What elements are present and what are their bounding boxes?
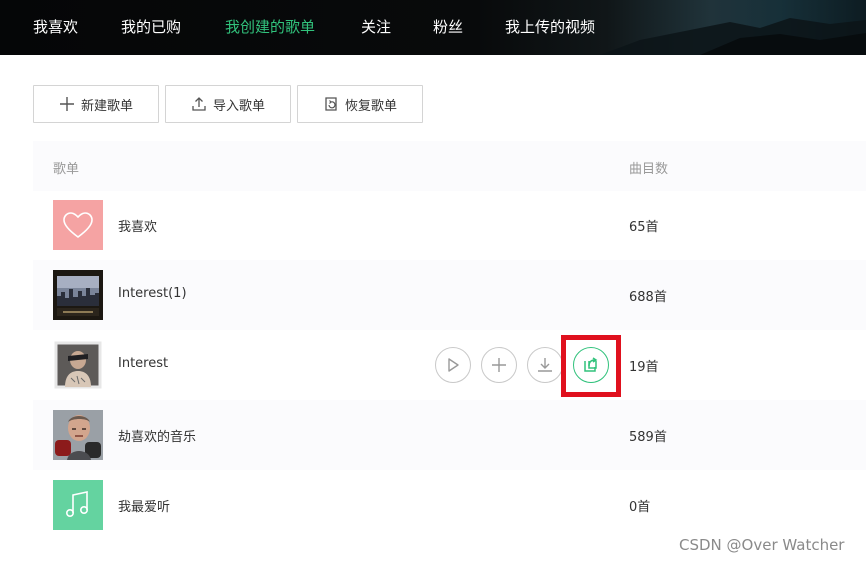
restore-icon (325, 97, 337, 111)
heart-icon (63, 212, 93, 238)
track-count: 0首 (629, 500, 651, 515)
nav-tab-liked[interactable]: 我喜欢 (33, 16, 78, 37)
play-icon (448, 358, 459, 372)
music-note-cover[interactable] (53, 480, 103, 530)
playlist-title[interactable]: 劫喜欢的音乐 (118, 426, 196, 445)
add-to-button[interactable] (481, 347, 517, 383)
import-playlist-label: 导入歌单 (212, 98, 265, 114)
playlist-title[interactable]: Interest (118, 356, 168, 371)
playlist-title[interactable]: 我喜欢 (118, 216, 157, 235)
top-navigation-bar: 我喜欢 我的已购 我创建的歌单 关注 粉丝 我上传的视频 (0, 0, 866, 55)
track-count: 589首 (629, 430, 667, 445)
city-cover[interactable] (53, 270, 103, 320)
fighter-cover[interactable] (53, 410, 103, 460)
new-playlist-button[interactable]: 新建歌单 (33, 85, 159, 123)
fighter-artwork (53, 410, 103, 460)
watermark-text: CSDN @Over Watcher (679, 536, 845, 554)
playlist-title[interactable]: Interest(1) (118, 286, 187, 301)
portrait-cover[interactable] (53, 340, 103, 390)
playlist-row[interactable]: 我喜欢 65首 (33, 190, 866, 260)
playlist-table-header: 歌单 曲目数 (33, 141, 866, 191)
restore-playlist-label: 恢复歌单 (344, 98, 397, 114)
download-button[interactable] (527, 347, 563, 383)
nav-tab-uploaded-videos[interactable]: 我上传的视频 (505, 16, 595, 37)
download-icon (538, 358, 552, 372)
column-header-track-count: 曲目数 (629, 162, 669, 177)
nav-tab-fans[interactable]: 粉丝 (433, 16, 463, 37)
upload-icon (192, 97, 206, 111)
plus-icon (59, 97, 74, 111)
playlist-row[interactable]: Interest(1) 688首 (33, 260, 866, 330)
share-icon (584, 357, 598, 372)
nav-tab-created-playlists[interactable]: 我创建的歌单 (225, 16, 315, 37)
portrait-artwork (54, 341, 102, 389)
play-button[interactable] (435, 347, 471, 383)
playlist-row[interactable]: 我最爱听 0首 (33, 470, 866, 540)
playlist-title[interactable]: 我最爱听 (118, 496, 170, 515)
import-playlist-button[interactable]: 导入歌单 (165, 85, 291, 123)
playlist-row[interactable]: 劫喜欢的音乐 589首 (33, 400, 866, 470)
track-count: 19首 (629, 360, 659, 375)
restore-playlist-button[interactable]: 恢复歌单 (297, 85, 423, 123)
heart-cover[interactable] (53, 200, 103, 250)
new-playlist-label: 新建歌单 (80, 98, 133, 114)
share-button[interactable] (573, 347, 609, 383)
add-icon (492, 358, 506, 372)
column-header-playlist: 歌单 (53, 162, 80, 177)
nav-tab-following[interactable]: 关注 (361, 16, 391, 37)
track-count: 65首 (629, 220, 659, 235)
nav-tab-purchased[interactable]: 我的已购 (121, 16, 181, 37)
main-content: 新建歌单 导入歌单 恢复歌单 歌单 曲目数 我喜欢 65首 Interest(1… (0, 55, 866, 561)
playlist-row[interactable]: Interest 19首 (33, 330, 866, 400)
track-count: 688首 (629, 290, 667, 305)
music-note-icon (66, 491, 88, 517)
city-artwork (53, 270, 103, 320)
